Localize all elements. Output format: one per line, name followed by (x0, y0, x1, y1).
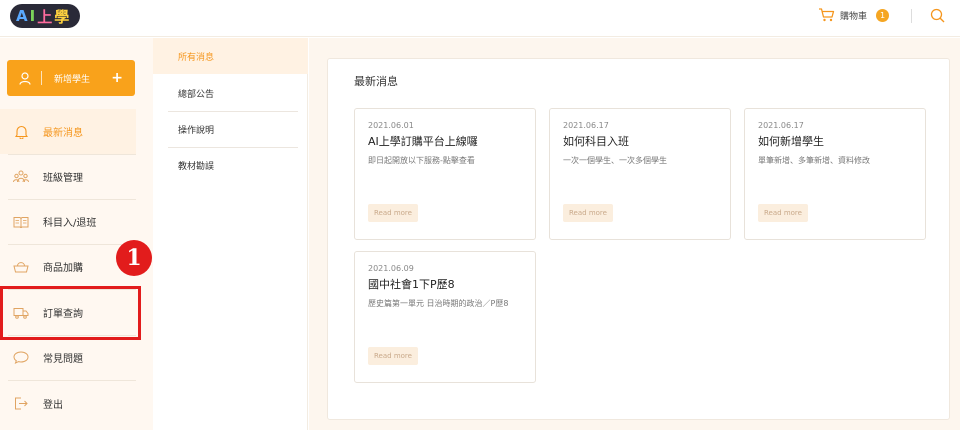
sidebar-item-logout[interactable]: 登出 (0, 381, 136, 426)
person-icon (19, 71, 31, 85)
news-panel: 最新消息 2021.06.01 AI上學訂購平台上線囉 即日起開放以下服務-點擊… (327, 58, 950, 420)
news-desc: 一次一個學生、一次多個學生 (563, 156, 667, 165)
sidebar: 新增學生 + 最新消息 班級管理 科目入/退班 商品加購 訂單查詢 常見問題 登… (0, 38, 153, 430)
read-more-button[interactable]: Read more (368, 204, 418, 222)
cart-label: 購物車 (840, 11, 868, 22)
subnav-errata[interactable]: 教材勘誤 (153, 147, 308, 183)
search-icon[interactable] (930, 8, 945, 23)
panel-title: 最新消息 (354, 75, 398, 88)
sidebar-item-label: 常見問題 (43, 354, 83, 365)
news-date: 2021.06.17 (758, 121, 804, 130)
news-date: 2021.06.17 (563, 121, 609, 130)
plus-icon: + (111, 70, 123, 86)
logo-letter-a: A (16, 7, 28, 25)
news-card[interactable]: 2021.06.09 國中社會1下P歷8 歷史篇第一單元 日治時期的政治／P歷8… (354, 251, 536, 383)
add-student-separator (41, 71, 42, 85)
add-student-label: 新增學生 (54, 74, 91, 85)
step-marker: 1 (116, 240, 152, 276)
people-icon (13, 170, 29, 183)
read-more-button[interactable]: Read more (368, 347, 418, 365)
sidebar-item-label: 登出 (43, 400, 63, 411)
chat-icon (13, 351, 29, 364)
news-title: 如何科目入班 (563, 135, 629, 148)
book-icon (13, 216, 29, 228)
read-more-button[interactable]: Read more (563, 204, 613, 222)
app-logo[interactable]: A I 上 學 (10, 4, 80, 28)
sidebar-item-label: 最新消息 (43, 128, 83, 139)
main-content: 最新消息 2021.06.01 AI上學訂購平台上線囉 即日起開放以下服務-點擊… (309, 38, 960, 430)
news-desc: 即日起開放以下服務-點擊查看 (368, 156, 475, 165)
order-query-highlight (0, 286, 141, 340)
basket-icon (13, 261, 29, 273)
logout-icon (13, 397, 29, 410)
cart-button[interactable]: 購物車 1 (818, 8, 890, 22)
sidebar-item-class-management[interactable]: 班級管理 (0, 154, 136, 199)
subnav-instructions[interactable]: 操作說明 (153, 111, 308, 147)
bell-icon (13, 125, 29, 139)
news-date: 2021.06.09 (368, 264, 414, 273)
sidebar-item-label: 班級管理 (43, 173, 83, 184)
news-title: 國中社會1下P歷8 (368, 278, 455, 291)
news-title: 如何新增學生 (758, 135, 824, 148)
subnav-hq-announcements[interactable]: 總部公告 (153, 75, 308, 111)
read-more-button[interactable]: Read more (758, 204, 808, 222)
news-subnav: 所有消息 總部公告 操作說明 教材勘誤 (153, 38, 308, 430)
news-title: AI上學訂購平台上線囉 (368, 135, 478, 148)
subnav-all-news[interactable]: 所有消息 (153, 38, 308, 74)
logo-letter-i: I (29, 7, 36, 25)
sidebar-item-product-purchase[interactable]: 商品加購 (0, 244, 136, 289)
header-divider (911, 9, 912, 23)
news-card[interactable]: 2021.06.01 AI上學訂購平台上線囉 即日起開放以下服務-點擊查看 Re… (354, 108, 536, 240)
news-card[interactable]: 2021.06.17 如何新增學生 單筆新增、多筆新增、資料修改 Read mo… (744, 108, 926, 240)
news-desc: 單筆新增、多筆新增、資料修改 (758, 156, 870, 165)
sidebar-item-news[interactable]: 最新消息 (0, 109, 136, 154)
sidebar-item-faq[interactable]: 常見問題 (0, 335, 136, 380)
logo-char-shang: 上 (37, 7, 53, 26)
cart-icon (819, 8, 835, 22)
sidebar-item-label: 商品加購 (43, 263, 83, 274)
top-header: A I 上 學 購物車 1 (0, 0, 960, 37)
news-card[interactable]: 2021.06.17 如何科目入班 一次一個學生、一次多個學生 Read mor… (549, 108, 731, 240)
cart-count-badge: 1 (876, 8, 890, 22)
sidebar-item-subject-enrollment[interactable]: 科目入/退班 (0, 199, 136, 244)
add-student-button[interactable]: 新增學生 + (7, 60, 135, 96)
sidebar-item-label: 科目入/退班 (43, 218, 97, 229)
news-desc: 歷史篇第一單元 日治時期的政治／P歷8 (368, 299, 509, 308)
news-date: 2021.06.01 (368, 121, 414, 130)
logo-char-xue: 學 (54, 7, 70, 26)
